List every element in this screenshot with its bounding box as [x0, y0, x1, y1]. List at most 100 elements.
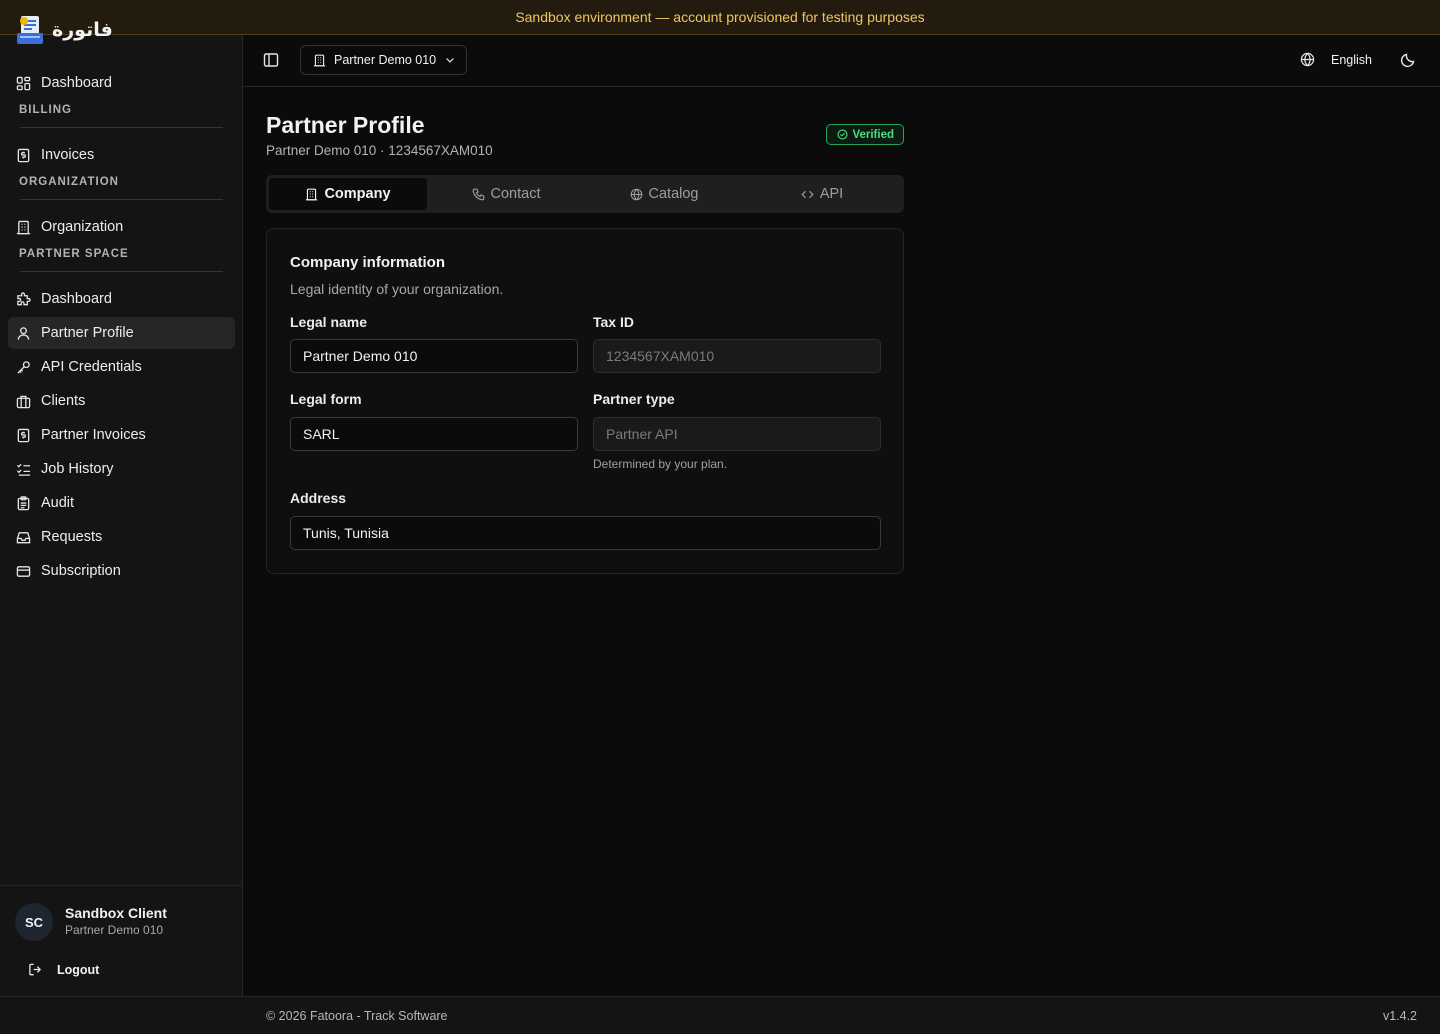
invoice-icon: [17, 428, 30, 442]
organization-selector-label: Partner Demo 010: [334, 53, 437, 67]
sidebar-item-label: Dashboard: [41, 291, 112, 307]
avatar[interactable]: SC: [15, 903, 53, 941]
user-org: Partner Demo 010: [65, 923, 164, 937]
sidebar-item-requests[interactable]: Requests: [8, 521, 235, 553]
sidebar-item-label: Partner Profile: [41, 325, 134, 341]
sidebar-item-label: Invoices: [41, 147, 95, 163]
clipboard-icon: [17, 495, 30, 510]
globe-icon: [630, 188, 642, 200]
tab-api[interactable]: API: [743, 178, 901, 210]
check-circle-icon: [837, 129, 848, 140]
language-selector[interactable]: English: [1300, 52, 1372, 67]
invoice-logo-icon: [16, 15, 44, 45]
sidebar-toggle-icon[interactable]: [263, 52, 279, 68]
footer-version: v1.4.2: [1382, 1009, 1417, 1023]
tab-label: Contact: [490, 186, 541, 202]
puzzle-icon: [17, 291, 31, 305]
sidebar: فاتورة Dashboard BILLING Invoices ORGANI…: [0, 0, 243, 1000]
brand-logo[interactable]: فاتورة: [16, 14, 113, 46]
sandbox-banner: Sandbox environment — account provisione…: [0, 0, 1440, 35]
tax-id-input: 1234567XAM010: [593, 339, 881, 373]
legal-name-label: Legal name: [290, 314, 368, 330]
sidebar-item-label: Clients: [41, 393, 86, 409]
footer: © 2026 Fatoora - Track Software v1.4.2: [0, 996, 1440, 1034]
sidebar-item-label: Requests: [41, 529, 103, 545]
divider: [20, 199, 223, 200]
legal-form-input[interactable]: SARL: [290, 417, 578, 451]
sidebar-item-label: API Credentials: [41, 359, 142, 375]
invoice-icon: [17, 148, 30, 162]
building-icon: [306, 188, 318, 200]
logout-icon: [29, 963, 42, 976]
grid-icon: [16, 76, 31, 90]
chevron-down-icon: [446, 58, 454, 63]
sidebar-item-api-credentials[interactable]: API Credentials: [8, 351, 235, 383]
profile-tabs: Company Contact Catalog API: [266, 175, 904, 213]
card-description: Legal identity of your organization.: [290, 281, 504, 297]
sidebar-item-partner-invoices[interactable]: Partner Invoices: [8, 419, 235, 451]
divider: [20, 127, 223, 128]
partner-type-hint: Determined by your plan.: [593, 457, 728, 471]
user-name: Sandbox Client: [65, 905, 167, 921]
sidebar-item-audit[interactable]: Audit: [8, 487, 235, 519]
section-label-billing: BILLING: [19, 104, 72, 116]
sidebar-item-clients[interactable]: Clients: [8, 385, 235, 417]
partner-type-label: Partner type: [593, 391, 675, 407]
sidebar-item-label: Audit: [41, 495, 75, 511]
logout-label: Logout: [57, 962, 100, 977]
checklist-icon: [16, 463, 31, 476]
sidebar-item-subscription[interactable]: Subscription: [8, 555, 235, 587]
sidebar-item-partner-profile[interactable]: Partner Profile: [8, 317, 235, 349]
company-info-card: Company information Legal identity of yo…: [266, 228, 904, 574]
status-badge-label: Verified: [852, 128, 894, 141]
globe-icon: [1300, 52, 1315, 67]
tab-label: API: [819, 186, 844, 202]
phone-icon: [472, 188, 484, 200]
footer-copyright: © 2026 Fatoora - Track Software: [266, 1009, 448, 1023]
inbox-icon: [16, 531, 31, 543]
briefcase-icon: [16, 395, 31, 408]
tab-company[interactable]: Company: [269, 178, 427, 210]
brand-name: فاتورة: [52, 19, 113, 41]
sidebar-item-label: Organization: [41, 219, 124, 235]
page-subtitle: Partner Demo 010 · 1234567XAM010: [266, 143, 493, 158]
sidebar-item-job-history[interactable]: Job History: [8, 453, 235, 485]
card-title: Company information: [290, 254, 446, 271]
tab-label: Company: [324, 186, 391, 202]
sidebar-item-label: Dashboard: [41, 75, 112, 91]
status-badge: Verified: [826, 124, 904, 145]
code-icon: [801, 190, 814, 198]
divider: [20, 271, 223, 272]
card-icon: [16, 565, 31, 577]
building-icon: [16, 220, 31, 234]
section-label-partner-space: PARTNER SPACE: [19, 248, 129, 260]
legal-name-input[interactable]: Partner Demo 010: [290, 339, 578, 373]
address-label: Address: [290, 490, 347, 506]
user-panel: SC Sandbox Client Partner Demo 010 Logou…: [0, 885, 242, 1000]
sidebar-item-label: Job History: [41, 461, 114, 477]
user-icon: [17, 326, 30, 340]
tab-catalog[interactable]: Catalog: [585, 178, 743, 210]
sidebar-item-label: Subscription: [41, 563, 121, 579]
section-label-organization: ORGANIZATION: [19, 176, 119, 188]
moon-icon[interactable]: [1400, 52, 1416, 68]
sidebar-item-partner-dashboard[interactable]: Dashboard: [8, 283, 235, 315]
page-title: Partner Profile: [266, 112, 425, 138]
language-label: English: [1331, 52, 1372, 67]
legal-form-label: Legal form: [290, 391, 362, 407]
sidebar-item-invoices[interactable]: Invoices: [8, 139, 235, 171]
tab-label: Catalog: [648, 186, 699, 202]
partner-type-input: Partner API: [593, 417, 881, 451]
organization-selector[interactable]: Partner Demo 010: [300, 45, 467, 75]
logout-button[interactable]: Logout: [28, 962, 99, 977]
sidebar-item-label: Partner Invoices: [41, 427, 146, 443]
address-input[interactable]: Tunis, Tunisia: [290, 516, 881, 550]
sidebar-item-organization[interactable]: Organization: [8, 211, 235, 243]
tab-contact[interactable]: Contact: [427, 178, 585, 210]
sandbox-banner-text: Sandbox environment — account provisione…: [515, 9, 925, 25]
sidebar-item-dashboard[interactable]: Dashboard: [8, 67, 235, 99]
topbar: Partner Demo 010 English: [243, 35, 1440, 87]
tax-id-label: Tax ID: [593, 314, 634, 330]
building-icon: [313, 54, 326, 66]
sidebar-nav: Dashboard BILLING Invoices ORGANIZATION …: [8, 67, 235, 589]
